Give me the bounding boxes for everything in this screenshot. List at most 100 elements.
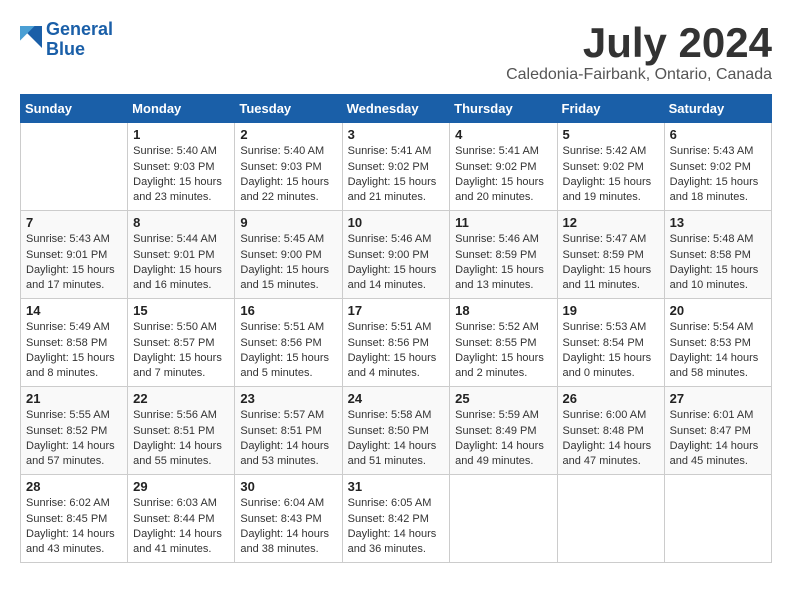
day-number: 23 xyxy=(240,391,336,406)
calendar-week-row: 21 Sunrise: 5:55 AMSunset: 8:52 PMDayligh… xyxy=(21,387,772,475)
day-detail: Sunrise: 5:52 AMSunset: 8:55 PMDaylight:… xyxy=(455,320,551,382)
day-of-week-header: Saturday xyxy=(664,95,771,123)
day-number: 29 xyxy=(133,479,229,494)
calendar-cell: 29 Sunrise: 6:03 AMSunset: 8:44 PMDayligh… xyxy=(128,475,235,563)
day-of-week-header: Thursday xyxy=(450,95,557,123)
calendar-header-row: SundayMondayTuesdayWednesdayThursdayFrid… xyxy=(21,95,772,123)
day-detail: Sunrise: 6:00 AMSunset: 8:48 PMDaylight:… xyxy=(563,408,659,470)
day-number: 19 xyxy=(563,303,659,318)
calendar-cell: 22 Sunrise: 5:56 AMSunset: 8:51 PMDayligh… xyxy=(128,387,235,475)
calendar-cell: 23 Sunrise: 5:57 AMSunset: 8:51 PMDayligh… xyxy=(235,387,342,475)
day-detail: Sunrise: 5:54 AMSunset: 8:53 PMDaylight:… xyxy=(670,320,766,382)
calendar-week-row: 28 Sunrise: 6:02 AMSunset: 8:45 PMDayligh… xyxy=(21,475,772,563)
day-detail: Sunrise: 5:47 AMSunset: 8:59 PMDaylight:… xyxy=(563,232,659,294)
calendar-cell: 5Sunrise: 5:42 AMSunset: 9:02 PMDaylight… xyxy=(557,123,664,211)
day-of-week-header: Sunday xyxy=(21,95,128,123)
calendar-cell: 3Sunrise: 5:41 AMSunset: 9:02 PMDaylight… xyxy=(342,123,450,211)
day-detail: Sunrise: 5:46 AMSunset: 8:59 PMDaylight:… xyxy=(455,232,551,294)
day-detail: Sunrise: 5:45 AMSunset: 9:00 PMDaylight:… xyxy=(240,232,336,294)
day-detail: Sunrise: 5:56 AMSunset: 8:51 PMDaylight:… xyxy=(133,408,229,470)
calendar-cell xyxy=(21,123,128,211)
day-detail: Sunrise: 5:40 AMSunset: 9:03 PMDaylight:… xyxy=(240,144,336,206)
day-number: 27 xyxy=(670,391,766,406)
calendar-cell: 30Sunrise: 6:04 AMSunset: 8:43 PMDayligh… xyxy=(235,475,342,563)
calendar-cell: 20 Sunrise: 5:54 AMSunset: 8:53 PMDayligh… xyxy=(664,299,771,387)
day-number: 18 xyxy=(455,303,551,318)
calendar-cell: 27 Sunrise: 6:01 AMSunset: 8:47 PMDayligh… xyxy=(664,387,771,475)
calendar-cell xyxy=(557,475,664,563)
page-header: General Blue July 2024 Caledonia-Fairban… xyxy=(20,20,772,84)
day-number: 8 xyxy=(133,215,229,230)
day-detail: Sunrise: 5:57 AMSunset: 8:51 PMDaylight:… xyxy=(240,408,336,470)
month-title: July 2024 xyxy=(506,20,772,66)
day-detail: Sunrise: 6:05 AMSunset: 8:42 PMDaylight:… xyxy=(348,496,445,558)
calendar-cell xyxy=(664,475,771,563)
day-number: 21 xyxy=(26,391,122,406)
day-detail: Sunrise: 5:40 AMSunset: 9:03 PMDaylight:… xyxy=(133,144,229,206)
day-detail: Sunrise: 5:55 AMSunset: 8:52 PMDaylight:… xyxy=(26,408,122,470)
calendar-cell: 19 Sunrise: 5:53 AMSunset: 8:54 PMDayligh… xyxy=(557,299,664,387)
logo-line2: Blue xyxy=(46,39,85,59)
day-of-week-header: Tuesday xyxy=(235,95,342,123)
day-of-week-header: Wednesday xyxy=(342,95,450,123)
title-block: July 2024 Caledonia-Fairbank, Ontario, C… xyxy=(506,20,772,84)
calendar-cell: 14 Sunrise: 5:49 AMSunset: 8:58 PMDayligh… xyxy=(21,299,128,387)
day-number: 12 xyxy=(563,215,659,230)
day-of-week-header: Monday xyxy=(128,95,235,123)
calendar-cell: 17Sunrise: 5:51 AMSunset: 8:56 PMDayligh… xyxy=(342,299,450,387)
day-number: 1 xyxy=(133,127,229,142)
day-number: 26 xyxy=(563,391,659,406)
day-number: 4 xyxy=(455,127,551,142)
logo: General Blue xyxy=(20,20,113,60)
logo-icon xyxy=(20,26,42,48)
day-number: 6 xyxy=(670,127,766,142)
day-detail: Sunrise: 5:58 AMSunset: 8:50 PMDaylight:… xyxy=(348,408,445,470)
logo-line1: General xyxy=(46,19,113,39)
day-detail: Sunrise: 5:48 AMSunset: 8:58 PMDaylight:… xyxy=(670,232,766,294)
calendar-cell: 10Sunrise: 5:46 AMSunset: 9:00 PMDayligh… xyxy=(342,211,450,299)
day-detail: Sunrise: 5:53 AMSunset: 8:54 PMDaylight:… xyxy=(563,320,659,382)
day-detail: Sunrise: 5:43 AMSunset: 9:02 PMDaylight:… xyxy=(670,144,766,206)
calendar-cell: 9 Sunrise: 5:45 AMSunset: 9:00 PMDaylight… xyxy=(235,211,342,299)
day-number: 20 xyxy=(670,303,766,318)
day-detail: Sunrise: 5:51 AMSunset: 8:56 PMDaylight:… xyxy=(240,320,336,382)
day-number: 3 xyxy=(348,127,445,142)
logo-text: General Blue xyxy=(46,20,113,60)
day-number: 15 xyxy=(133,303,229,318)
day-number: 28 xyxy=(26,479,122,494)
day-detail: Sunrise: 6:02 AMSunset: 8:45 PMDaylight:… xyxy=(26,496,122,558)
calendar-week-row: 14 Sunrise: 5:49 AMSunset: 8:58 PMDayligh… xyxy=(21,299,772,387)
day-number: 10 xyxy=(348,215,445,230)
day-number: 2 xyxy=(240,127,336,142)
day-detail: Sunrise: 5:51 AMSunset: 8:56 PMDaylight:… xyxy=(348,320,445,382)
day-number: 16 xyxy=(240,303,336,318)
day-number: 24 xyxy=(348,391,445,406)
day-detail: Sunrise: 5:41 AMSunset: 9:02 PMDaylight:… xyxy=(455,144,551,206)
calendar-cell: 16 Sunrise: 5:51 AMSunset: 8:56 PMDayligh… xyxy=(235,299,342,387)
calendar-cell: 26 Sunrise: 6:00 AMSunset: 8:48 PMDayligh… xyxy=(557,387,664,475)
calendar-cell: 28 Sunrise: 6:02 AMSunset: 8:45 PMDayligh… xyxy=(21,475,128,563)
day-number: 11 xyxy=(455,215,551,230)
day-detail: Sunrise: 5:59 AMSunset: 8:49 PMDaylight:… xyxy=(455,408,551,470)
calendar-week-row: 1 Sunrise: 5:40 AMSunset: 9:03 PMDaylight… xyxy=(21,123,772,211)
day-number: 22 xyxy=(133,391,229,406)
calendar-cell: 12 Sunrise: 5:47 AMSunset: 8:59 PMDayligh… xyxy=(557,211,664,299)
day-number: 30 xyxy=(240,479,336,494)
calendar-cell: 21 Sunrise: 5:55 AMSunset: 8:52 PMDayligh… xyxy=(21,387,128,475)
location-subtitle: Caledonia-Fairbank, Ontario, Canada xyxy=(506,66,772,84)
calendar-cell: 1 Sunrise: 5:40 AMSunset: 9:03 PMDaylight… xyxy=(128,123,235,211)
day-detail: Sunrise: 5:49 AMSunset: 8:58 PMDaylight:… xyxy=(26,320,122,382)
calendar-cell: 2 Sunrise: 5:40 AMSunset: 9:03 PMDaylight… xyxy=(235,123,342,211)
day-detail: Sunrise: 5:50 AMSunset: 8:57 PMDaylight:… xyxy=(133,320,229,382)
day-detail: Sunrise: 6:01 AMSunset: 8:47 PMDaylight:… xyxy=(670,408,766,470)
day-number: 14 xyxy=(26,303,122,318)
calendar-cell: 4 Sunrise: 5:41 AMSunset: 9:02 PMDaylight… xyxy=(450,123,557,211)
day-detail: Sunrise: 5:43 AMSunset: 9:01 PMDaylight:… xyxy=(26,232,122,294)
calendar-cell: 8Sunrise: 5:44 AMSunset: 9:01 PMDaylight… xyxy=(128,211,235,299)
calendar-week-row: 7Sunrise: 5:43 AMSunset: 9:01 PMDaylight… xyxy=(21,211,772,299)
day-detail: Sunrise: 5:42 AMSunset: 9:02 PMDaylight:… xyxy=(563,144,659,206)
day-detail: Sunrise: 6:03 AMSunset: 8:44 PMDaylight:… xyxy=(133,496,229,558)
calendar-cell: 15 Sunrise: 5:50 AMSunset: 8:57 PMDayligh… xyxy=(128,299,235,387)
calendar-cell: 11 Sunrise: 5:46 AMSunset: 8:59 PMDayligh… xyxy=(450,211,557,299)
day-number: 9 xyxy=(240,215,336,230)
